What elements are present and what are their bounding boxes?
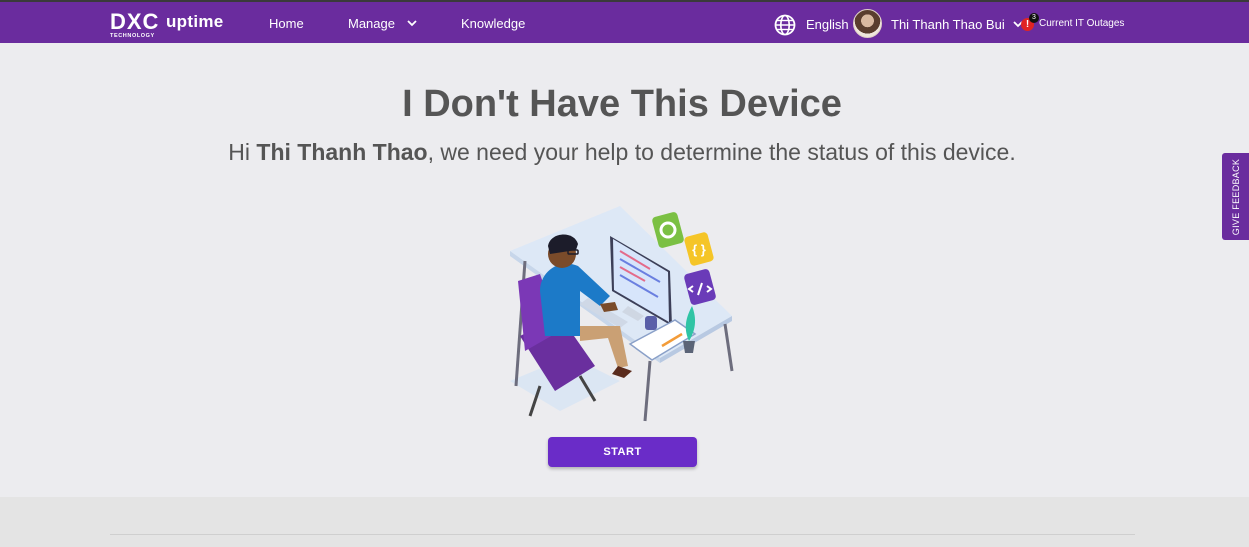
current-it-outages-link[interactable]: Current IT Outages <box>1039 18 1124 29</box>
logo-dxc-text: DXC <box>110 9 160 34</box>
logo-app-name: uptime <box>166 12 224 31</box>
main-content: I Don't Have This Device Hi Thi Thanh Th… <box>0 43 1249 497</box>
footer-divider <box>110 534 1135 535</box>
user-name-label: Thi Thanh Thao Bui <box>891 17 1005 32</box>
svg-text:{ }: { } <box>692 242 706 257</box>
subtitle-suffix: , we need your help to determine the sta… <box>427 139 1016 165</box>
give-feedback-label: GIVE FEEDBACK <box>1230 158 1241 235</box>
nav-manage-label: Manage <box>348 16 395 31</box>
start-button[interactable]: START <box>548 437 697 467</box>
give-feedback-tab[interactable]: GIVE FEEDBACK <box>1222 153 1249 240</box>
page-title: I Don't Have This Device <box>402 83 842 125</box>
developer-desk-illustration: { } <box>510 206 734 422</box>
globe-icon[interactable] <box>774 14 796 36</box>
language-selector[interactable]: English <box>806 17 849 32</box>
top-navbar: DXC TECHNOLOGY uptime Home Manage Knowle… <box>0 0 1249 43</box>
avatar[interactable] <box>853 9 882 38</box>
logo-technology-text: TECHNOLOGY <box>110 33 155 39</box>
subtitle-user-name: Thi Thanh Thao <box>256 139 428 165</box>
page-subtitle: Hi Thi Thanh Thao, we need your help to … <box>0 139 1244 166</box>
alerts-count-badge: 3 <box>1029 13 1039 23</box>
user-menu[interactable]: Thi Thanh Thao Bui <box>891 17 1023 32</box>
subtitle-prefix: Hi <box>228 139 257 165</box>
nav-knowledge[interactable]: Knowledge <box>461 16 525 31</box>
nav-home[interactable]: Home <box>269 16 304 31</box>
chevron-down-icon <box>406 20 417 27</box>
nav-manage[interactable]: Manage <box>348 16 417 31</box>
dxc-uptime-logo[interactable]: DXC TECHNOLOGY uptime <box>110 9 224 41</box>
footer <box>0 497 1249 547</box>
